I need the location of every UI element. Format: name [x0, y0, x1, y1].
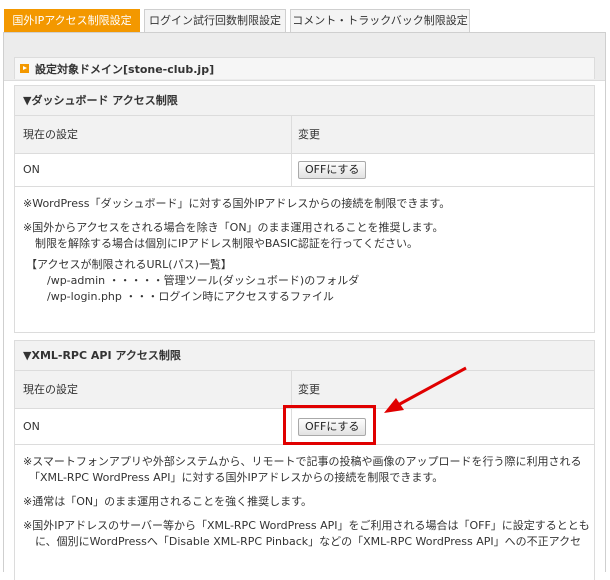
annotation-arrow-icon: [384, 366, 467, 413]
